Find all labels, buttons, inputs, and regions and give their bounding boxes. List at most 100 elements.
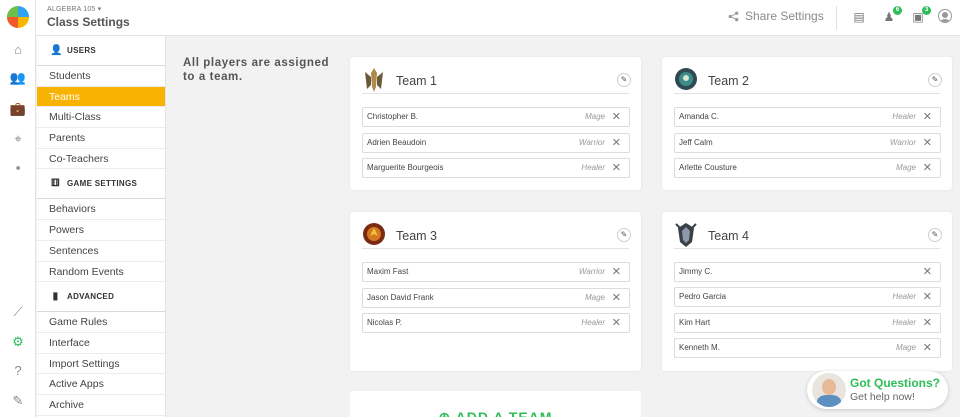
- edit-team-button[interactable]: ✎: [617, 228, 631, 242]
- home-icon[interactable]: ⌂: [0, 40, 36, 60]
- sidebar-item-import-settings[interactable]: Import Settings: [37, 354, 165, 375]
- player-role: Mage: [584, 112, 605, 121]
- classcraft-logo-icon[interactable]: [7, 6, 29, 28]
- player-row[interactable]: Jimmy C. ✕: [674, 262, 941, 282]
- messages-icon[interactable]: ▣ 3: [910, 6, 931, 25]
- team-header: Team 3 ✎: [362, 222, 631, 249]
- player-row[interactable]: Maxim Fast Warrior ✕: [362, 262, 630, 282]
- player-row[interactable]: Pedro Garcia Healer ✕: [674, 287, 941, 307]
- team-card: Team 2 ✎ Amanda C. Healer ✕ Jeff Calm Wa…: [662, 57, 952, 190]
- dice-icon: ⚅: [51, 178, 60, 190]
- player-row[interactable]: Jason David Frank Mage ✕: [362, 288, 630, 308]
- remove-player-icon[interactable]: ✕: [612, 161, 621, 175]
- remove-player-icon[interactable]: ✕: [923, 316, 932, 330]
- player-name: Jason David Frank: [367, 293, 434, 302]
- help-icon[interactable]: ?: [0, 361, 36, 381]
- sidebar-item-multi-class[interactable]: Multi-Class: [37, 107, 165, 129]
- gear-icon[interactable]: ⚙: [0, 332, 36, 352]
- player-row[interactable]: Adrien Beaudoin Warrior ✕: [362, 133, 630, 153]
- add-team-button[interactable]: ⊕ ADD A TEAM: [350, 391, 641, 417]
- share-settings-button[interactable]: Share Settings: [728, 9, 824, 23]
- sidebar-item-archive[interactable]: Archive: [37, 395, 165, 416]
- player-name: Marguerite Bourgeois: [367, 163, 444, 172]
- team-emblem-icon: [365, 68, 383, 92]
- section-game-settings: ⚅ GAME SETTINGS: [37, 169, 165, 200]
- remove-player-icon[interactable]: ✕: [923, 136, 932, 150]
- edit-team-button[interactable]: ✎: [617, 73, 631, 87]
- remove-player-icon[interactable]: ✕: [923, 265, 932, 279]
- team-header: Team 1 ✎: [362, 67, 631, 94]
- assignment-notice: All players are assigned to a team.: [183, 57, 330, 83]
- book-icon[interactable]: ▤: [851, 9, 867, 25]
- user-icon: 👤: [50, 45, 63, 56]
- team-card: Team 3 ✎ Maxim Fast Warrior ✕ Jason Davi…: [350, 212, 641, 371]
- sidebar-item-game-rules[interactable]: Game Rules: [37, 312, 165, 333]
- divider: [836, 6, 837, 30]
- player-row[interactable]: Amanda C. Healer ✕: [674, 107, 941, 127]
- team-emblem-icon: [675, 68, 697, 90]
- map-pin-icon[interactable]: ⌖: [0, 129, 36, 149]
- sidebar-item-sentences[interactable]: Sentences: [37, 241, 165, 262]
- students-icon[interactable]: ♟ 6: [881, 6, 902, 25]
- player-name: Jimmy C.: [679, 267, 713, 276]
- sidebar-item-teams[interactable]: Teams: [37, 86, 165, 108]
- sidebar-item-powers[interactable]: Powers: [37, 220, 165, 241]
- player-row[interactable]: Kenneth M. Mage ✕: [674, 338, 941, 358]
- sidebar-item-behaviors[interactable]: Behaviors: [37, 199, 165, 221]
- support-avatar: [812, 373, 846, 407]
- sidebar-item-students[interactable]: Students: [37, 66, 165, 87]
- section-advanced: ▮ ADVANCED: [37, 282, 165, 313]
- remove-player-icon[interactable]: ✕: [612, 291, 621, 305]
- briefcase-icon[interactable]: 💼: [0, 99, 36, 119]
- team-emblem-icon: [675, 223, 697, 247]
- edit-team-button[interactable]: ✎: [928, 73, 942, 87]
- player-row[interactable]: Arlette Cousture Mage ✕: [674, 158, 941, 178]
- remove-player-icon[interactable]: ✕: [923, 161, 932, 175]
- player-row[interactable]: Nicolas P. Healer ✕: [362, 313, 630, 333]
- remove-player-icon[interactable]: ✕: [612, 316, 621, 330]
- team-name: Team 2: [708, 74, 749, 88]
- edit-team-button[interactable]: ✎: [928, 228, 942, 242]
- section-users: 👤 USERS: [37, 36, 165, 66]
- remove-player-icon[interactable]: ✕: [923, 110, 932, 124]
- player-name: Pedro Garcia: [679, 292, 727, 301]
- class-selector[interactable]: ALGEBRA 105 ▾: [47, 5, 101, 13]
- remove-player-icon[interactable]: ✕: [612, 265, 621, 279]
- add-team-label: ⊕ ADD A TEAM: [438, 409, 553, 417]
- top-bar: ALGEBRA 105 ▾ Class Settings Share Setti…: [36, 0, 960, 36]
- team-card: Team 1 ✎ Christopher B. Mage ✕ Adrien Be…: [350, 57, 641, 190]
- player-name: Amanda C.: [679, 112, 720, 121]
- remove-player-icon[interactable]: ✕: [923, 341, 932, 355]
- pin-icon[interactable]: ✎: [0, 391, 36, 411]
- team-header: Team 2 ✎: [674, 67, 942, 94]
- remove-player-icon[interactable]: ✕: [612, 136, 621, 150]
- page-title: Class Settings: [47, 15, 130, 29]
- team-name: Team 1: [396, 74, 437, 88]
- player-row[interactable]: Kim Hart Healer ✕: [674, 313, 941, 333]
- player-role: Mage: [895, 163, 916, 172]
- player-row[interactable]: Jeff Calm Warrior ✕: [674, 133, 941, 153]
- player-role: Healer: [892, 112, 916, 121]
- bar-chart-icon: ▮: [52, 291, 59, 303]
- section-title: GAME SETTINGS: [67, 179, 138, 189]
- sidebar-item-interface[interactable]: Interface: [37, 333, 165, 354]
- share-icon: [728, 11, 739, 21]
- player-name: Kim Hart: [679, 318, 711, 327]
- player-role: Warrior: [578, 138, 605, 147]
- remove-player-icon[interactable]: ✕: [612, 110, 621, 124]
- sidebar-item-random-events[interactable]: Random Events: [37, 262, 165, 283]
- team-emblem-icon: [363, 223, 385, 245]
- sidebar-item-co-teachers[interactable]: Co-Teachers: [37, 149, 165, 170]
- user-avatar[interactable]: [938, 9, 952, 23]
- remove-player-icon[interactable]: ✕: [923, 290, 932, 304]
- team-name: Team 4: [708, 229, 749, 243]
- help-widget[interactable]: Got Questions? Get help now!: [807, 371, 948, 409]
- chat-icon[interactable]: ▪: [0, 158, 36, 178]
- chart-icon[interactable]: ⟋: [0, 302, 36, 322]
- player-row[interactable]: Marguerite Bourgeois Healer ✕: [362, 158, 630, 178]
- player-row[interactable]: Christopher B. Mage ✕: [362, 107, 630, 127]
- people-icon[interactable]: 👥: [0, 68, 36, 88]
- player-role: Healer: [892, 292, 916, 301]
- sidebar-item-parents[interactable]: Parents: [37, 128, 165, 149]
- sidebar-item-active-apps[interactable]: Active Apps: [37, 374, 165, 395]
